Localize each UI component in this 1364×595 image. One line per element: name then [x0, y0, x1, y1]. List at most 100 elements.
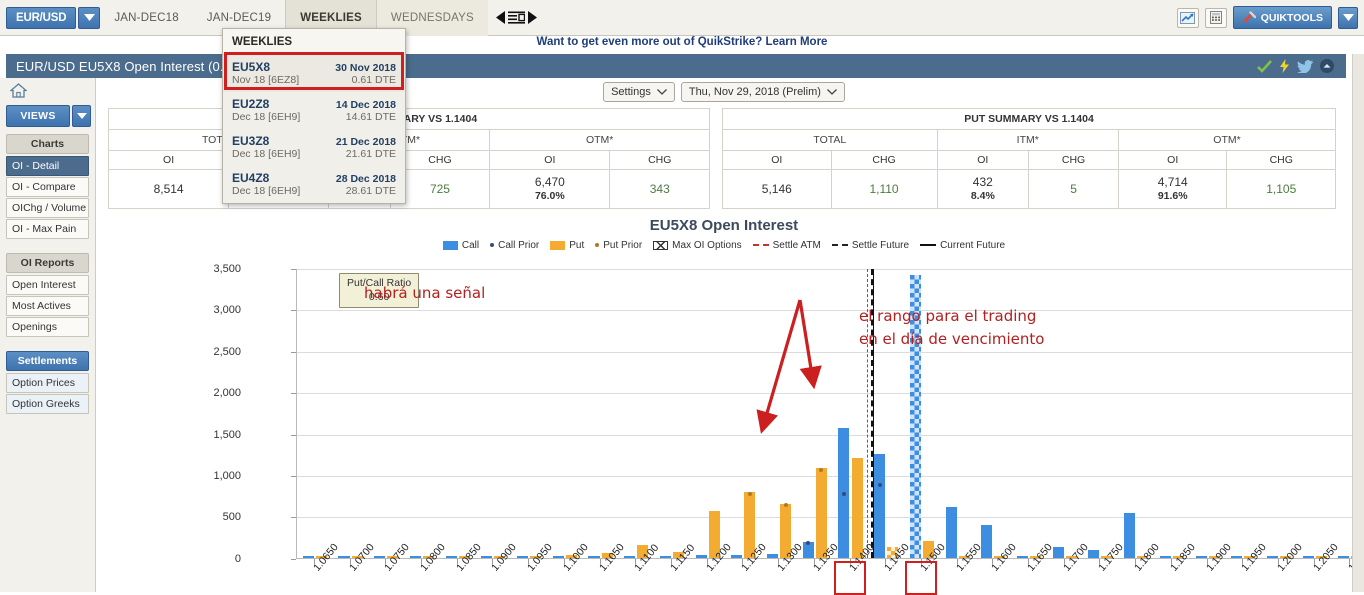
call-bar[interactable]	[1088, 550, 1100, 558]
views-button[interactable]: VIEWS	[6, 105, 70, 127]
topbar-right-tools: QUIKTOOLS	[1176, 6, 1364, 29]
twitter-icon[interactable]	[1297, 59, 1313, 73]
sidebar-group-settlements-header: Settlements	[6, 351, 89, 371]
promo-link[interactable]: Want to get even more out of QuikStrike?…	[537, 36, 828, 48]
annotation-note-1: habrá una señal	[364, 283, 486, 302]
top-tab-bar: EUR/USD JAN-DEC18 JAN-DEC19 WEEKLIES WED…	[0, 0, 1364, 36]
dropdown-item-eu3z8[interactable]: EU3Z8 21 Dec 2018 Dec 18 [6EH9] 21.61 DTE	[223, 129, 405, 166]
quiktools-dropdown-arrow[interactable]	[1338, 6, 1358, 29]
call-sub-otm-oi: OI	[489, 150, 611, 170]
symbol-dropdown-arrow[interactable]	[78, 6, 101, 29]
legend-label: Call Prior	[498, 239, 540, 251]
call-bar[interactable]	[874, 454, 886, 558]
dropdown-item-eu4z8[interactable]: EU4Z8 28 Dec 2018 Dec 18 [6EH9] 28.61 DTE	[223, 166, 405, 203]
dropdown-item-date: 14 Dec 2018	[335, 99, 396, 111]
sidebar-item-oi-compare[interactable]: OI - Compare	[6, 177, 89, 197]
put-sub-total-chg: CHG	[830, 150, 938, 170]
sidebar-item-open-interest[interactable]: Open Interest	[6, 275, 89, 295]
call-bar[interactable]	[338, 555, 350, 558]
chart-legend: Call Call Prior Put Put Prior Max OI Opt…	[96, 240, 1352, 251]
y-axis-tick	[291, 268, 296, 270]
prev-arrow-icon[interactable]	[495, 11, 505, 24]
chevron-down-icon	[83, 14, 95, 21]
chart-tool-button[interactable]	[1176, 7, 1199, 28]
check-icon[interactable]	[1257, 59, 1272, 73]
call-bar[interactable]	[588, 555, 600, 558]
put-otm-oi: 4,714 91.6%	[1117, 169, 1228, 209]
put-bar[interactable]	[815, 468, 827, 558]
sidebar-item-option-prices[interactable]: Option Prices	[6, 373, 89, 393]
put-total-chg: 1,110	[830, 169, 938, 209]
next-arrow-icon[interactable]	[527, 11, 537, 24]
put-sub-otm-chg: CHG	[1226, 150, 1336, 170]
call-bar[interactable]	[767, 554, 779, 558]
call-bar[interactable]	[1266, 555, 1278, 558]
call-bar[interactable]	[1016, 555, 1029, 558]
call-bar[interactable]	[374, 555, 386, 558]
quiktools-label: QUIKTOOLS	[1260, 11, 1323, 24]
sidebar-item-oichg-volume[interactable]: OIChg / Volume	[6, 198, 89, 218]
chevron-down-icon	[656, 89, 667, 95]
put-bar[interactable]	[851, 458, 863, 558]
call-bar[interactable]	[695, 555, 707, 558]
right-scroll-column[interactable]	[1352, 54, 1364, 592]
home-icon[interactable]	[10, 82, 27, 98]
call-bar[interactable]	[981, 524, 993, 558]
call-total-oi: 8,514	[107, 169, 230, 209]
tab-list-icon[interactable]	[507, 11, 525, 24]
call-bar[interactable]	[517, 555, 529, 558]
call-bar[interactable]	[731, 554, 743, 558]
call-bar[interactable]	[1231, 555, 1243, 558]
dropdown-item-eu2z8[interactable]: EU2Z8 14 Dec 2018 Dec 18 [6EH9] 14.61 DTE	[223, 92, 405, 129]
call-group-otm: OTM*	[489, 129, 711, 151]
settings-dropdown[interactable]: Settings	[603, 82, 675, 102]
views-dropdown-arrow[interactable]	[72, 105, 91, 127]
call-bar[interactable]	[409, 555, 421, 558]
legend-label: Settle ATM	[772, 239, 821, 251]
sidebar-item-option-greeks[interactable]: Option Greeks	[6, 394, 89, 414]
quiktools-button[interactable]: QUIKTOOLS	[1232, 6, 1332, 29]
call-bar[interactable]	[302, 555, 314, 558]
call-bar[interactable]	[481, 555, 493, 558]
legend-label: Max OI Options	[672, 239, 742, 251]
legend-label: Put	[569, 239, 585, 251]
highlighted-strike-box	[833, 560, 866, 595]
y-axis-tick-label: 3,500	[213, 262, 241, 275]
call-summary-title: CALL SUMMARY VS 1.1404	[107, 108, 711, 130]
collapse-icon[interactable]	[1320, 59, 1334, 73]
plot-area: 0 500 1,000 1,500 2,000 2,500 3,000 3,500 1.065…	[96, 261, 1364, 595]
date-dropdown[interactable]: Thu, Nov 29, 2018 (Prelim)	[680, 82, 845, 102]
lightning-icon[interactable]	[1279, 59, 1290, 73]
call-bar[interactable]	[1338, 555, 1350, 558]
settle-atm-line-icon	[752, 244, 769, 247]
call-bar[interactable]	[1195, 555, 1207, 558]
put-sub-itm-chg: CHG	[1028, 150, 1119, 170]
sidebar-item-most-actives[interactable]: Most Actives	[6, 296, 89, 316]
highlighted-strike-box	[904, 560, 937, 595]
call-bar[interactable]	[1159, 555, 1171, 558]
dropdown-item-dte: 21.61 DTE	[345, 148, 396, 160]
call-bar[interactable]	[552, 555, 564, 558]
call-bar[interactable]	[659, 555, 671, 558]
sidebar-item-oi-detail[interactable]: OI - Detail	[6, 156, 89, 176]
calculator-tool-button[interactable]	[1204, 7, 1227, 28]
call-otm-chg: 343	[609, 169, 711, 209]
put-prior-marker	[747, 492, 752, 497]
tools-icon	[1242, 11, 1256, 23]
call-bar[interactable]	[945, 506, 957, 558]
sidebar-item-oi-max-pain[interactable]: OI - Max Pain	[6, 219, 89, 239]
call-bar[interactable]	[624, 555, 636, 558]
call-bar[interactable]	[1124, 513, 1136, 558]
call-bar[interactable]	[1302, 555, 1314, 558]
call-prior-marker	[877, 482, 882, 487]
settle-future-line-icon	[831, 244, 848, 247]
gridline	[297, 434, 1364, 436]
tab-jan-dec18[interactable]: JAN-DEC18	[100, 0, 192, 36]
legend-item-call-prior: Call Prior	[490, 240, 539, 251]
legend-item-call: Call	[442, 240, 479, 251]
date-label: Thu, Nov 29, 2018 (Prelim)	[688, 86, 821, 98]
annotation-note-2-line1: el rango para el trading	[859, 306, 1037, 325]
sidebar-item-openings[interactable]: Openings	[6, 317, 89, 337]
call-bar[interactable]	[445, 555, 457, 558]
symbol-button[interactable]: EUR/USD	[6, 6, 77, 29]
